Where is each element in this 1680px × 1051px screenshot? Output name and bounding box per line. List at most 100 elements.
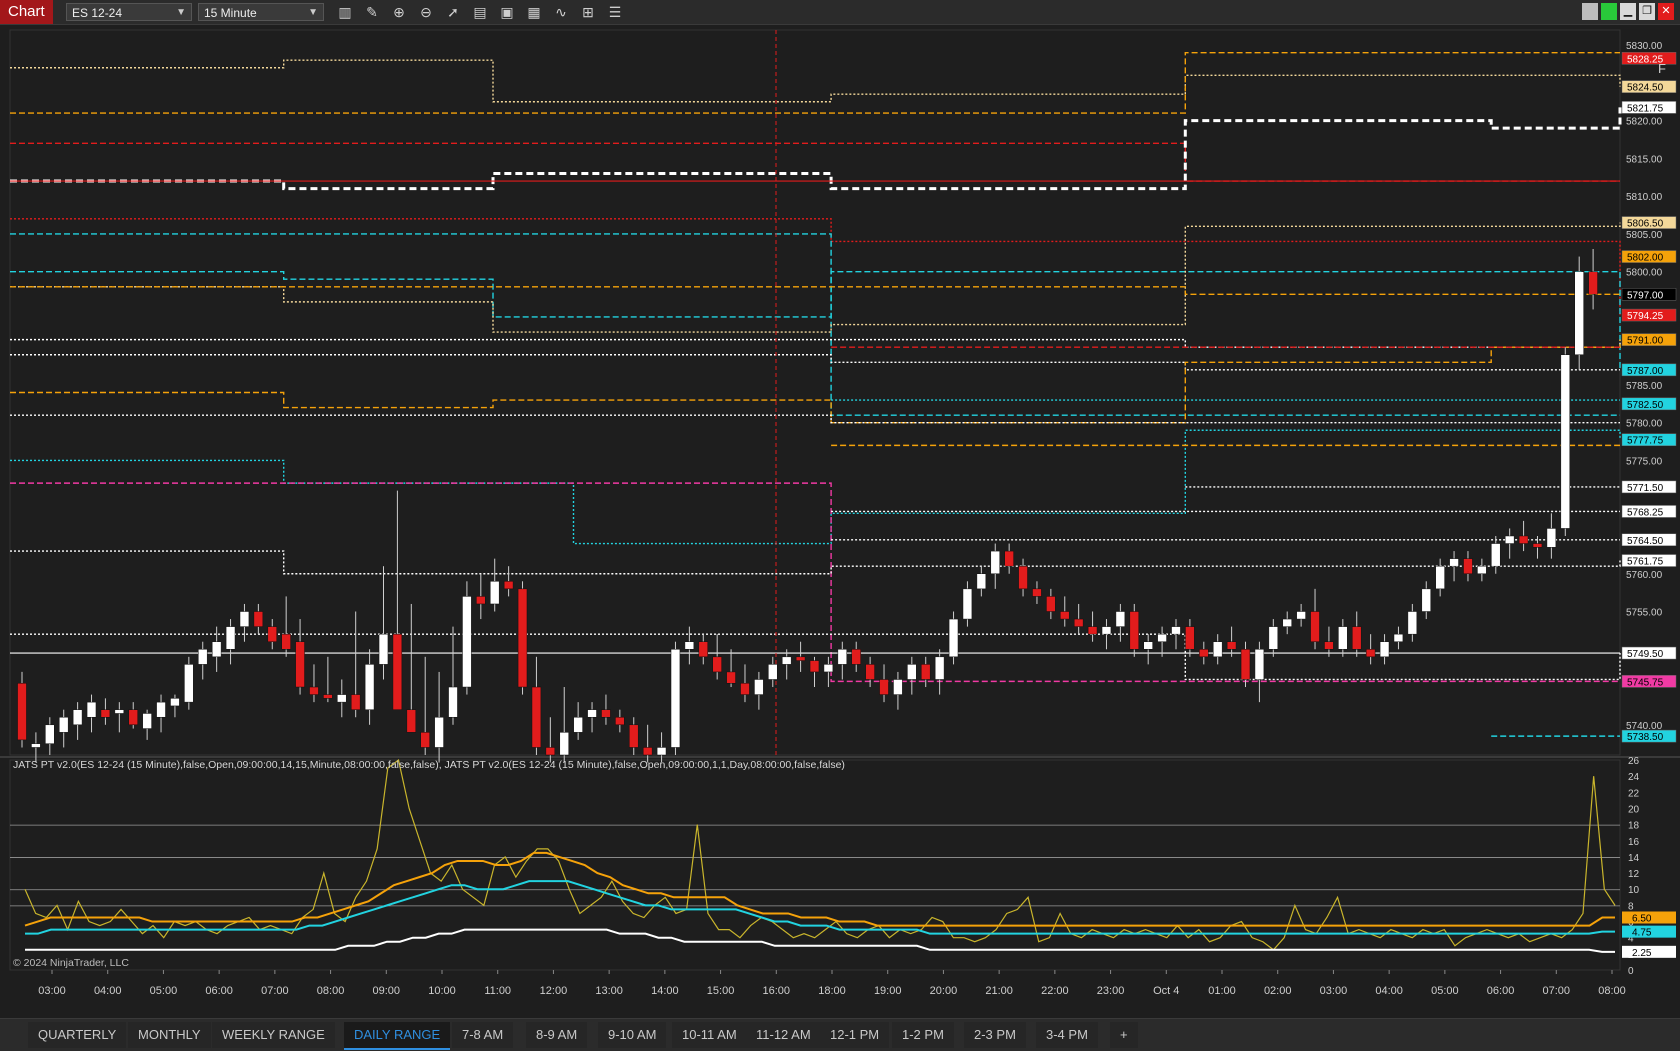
candle-body xyxy=(670,649,681,748)
candle-body xyxy=(893,679,903,695)
candle-body xyxy=(712,656,722,673)
indicator-caption: JATS PT v2.0(ES 12-24 (15 Minute),false,… xyxy=(13,759,845,771)
strategies-icon[interactable]: ⊞ xyxy=(577,2,599,22)
price-label: 5824.50 xyxy=(1627,83,1664,94)
x-axis-label: 14:00 xyxy=(651,985,679,997)
price-label: 5738.50 xyxy=(1627,732,1664,743)
indicator-panel xyxy=(9,759,1621,971)
x-axis-label: 21:00 xyxy=(985,985,1013,997)
instrument-value: ES 12-24 xyxy=(72,6,123,20)
tab-3-4-pm[interactable]: 3-4 PM xyxy=(1036,1022,1098,1048)
instrument-selector[interactable]: ES 12-24 ▼ xyxy=(66,3,192,21)
bar-style-icon[interactable]: ▥ xyxy=(334,2,356,22)
tab-monthly[interactable]: MONTHLY xyxy=(128,1022,211,1048)
tab-9-10-am[interactable]: 9-10 AM xyxy=(598,1022,667,1048)
price-label: 5791.00 xyxy=(1627,336,1664,347)
x-axis-label: 10:00 xyxy=(428,985,456,997)
templates-icon[interactable]: ▦ xyxy=(523,2,545,22)
indicator-axis-tick: 18 xyxy=(1628,821,1640,832)
close-icon[interactable]: ✕ xyxy=(1658,3,1674,20)
indicator-axis-tick: 12 xyxy=(1628,869,1640,880)
x-axis-label: 20:00 xyxy=(930,985,958,997)
tab-7-8-am[interactable]: 7-8 AM xyxy=(452,1022,514,1048)
x-axis-label: 16:00 xyxy=(763,985,791,997)
candle-body xyxy=(1310,611,1320,642)
price-label: 5787.00 xyxy=(1627,366,1664,377)
indicator-axis-tick: 26 xyxy=(1628,756,1640,767)
candle-body xyxy=(1338,626,1348,650)
candle-body xyxy=(921,664,931,680)
x-axis-label: 12:00 xyxy=(540,985,568,997)
candle-body xyxy=(1157,633,1167,642)
maximize-icon[interactable]: ❐ xyxy=(1639,3,1655,20)
zoom-in-icon[interactable]: ⊕ xyxy=(388,2,410,22)
tab-12-1-pm[interactable]: 12-1 PM xyxy=(820,1022,890,1048)
candle-body xyxy=(1324,641,1334,650)
candle-body xyxy=(962,588,973,620)
candle-body xyxy=(1115,611,1126,627)
price-label: 5797.00 xyxy=(1627,290,1664,301)
tab-10-11-am[interactable]: 10-11 AM xyxy=(672,1022,747,1048)
data-box-icon[interactable]: ▤ xyxy=(469,2,491,22)
chart-area[interactable]: 5830.00 5820.00 5815.00 5810.00 5805.00 5800.… xyxy=(0,25,1680,1039)
price-panel xyxy=(9,29,1621,756)
candle-body xyxy=(1129,611,1139,650)
candle-body xyxy=(1435,565,1445,590)
x-axis-label: 02:00 xyxy=(1264,985,1292,997)
tab-weekly-range[interactable]: WEEKLY RANGE xyxy=(212,1022,335,1048)
chart-tab-bar: QUARTERLY MONTHLY WEEKLY RANGE DAILY RANGE 7… xyxy=(0,1018,1680,1051)
pointer-icon[interactable]: ➚ xyxy=(442,2,464,22)
tab-quarterly[interactable]: QUARTERLY xyxy=(28,1022,127,1048)
candle-body xyxy=(253,611,264,627)
indicator-axis-tick: 20 xyxy=(1628,804,1640,815)
x-axis-label: 11:00 xyxy=(484,985,511,997)
add-tab-button[interactable]: + xyxy=(1110,1022,1138,1048)
indicators-icon[interactable]: ∿ xyxy=(550,2,572,22)
candle-body xyxy=(573,716,583,733)
candle-body xyxy=(1254,649,1265,680)
x-axis-label: 03:00 xyxy=(1320,985,1348,997)
tab-11-12-am[interactable]: 11-12 AM xyxy=(746,1022,821,1048)
list-icon[interactable]: ☰ xyxy=(604,2,626,22)
candle-body xyxy=(587,709,597,718)
x-axis-label: 22:00 xyxy=(1041,985,1069,997)
indicator-axis-tick: 24 xyxy=(1628,772,1640,783)
chart-f-button[interactable]: F xyxy=(1652,59,1672,79)
link-green-icon[interactable] xyxy=(1601,3,1617,20)
indicator-axis-tick: 14 xyxy=(1628,853,1640,864)
x-axis-label: 15:00 xyxy=(707,985,735,997)
properties-icon[interactable]: ▣ xyxy=(496,2,518,22)
candle-body xyxy=(726,671,736,684)
minimize-icon[interactable]: ▁ xyxy=(1620,3,1636,20)
candle-body xyxy=(1296,611,1306,620)
restore-icon[interactable] xyxy=(1582,3,1598,20)
candle-body xyxy=(142,713,152,729)
price-axis-tick: 5780.00 xyxy=(1626,419,1663,430)
indicator-axis-tick: 0 xyxy=(1628,966,1634,977)
x-axis-label: 05:00 xyxy=(150,985,178,997)
candle-body xyxy=(531,686,542,748)
indicator-value-label: 4.75 xyxy=(1632,928,1652,939)
candle-body xyxy=(462,596,472,688)
tab-daily-range[interactable]: DAILY RANGE xyxy=(344,1022,451,1050)
x-axis-label: 07:00 xyxy=(261,985,289,997)
tab-2-3-pm[interactable]: 2-3 PM xyxy=(964,1022,1026,1048)
x-axis-label: 03:00 xyxy=(38,985,66,997)
candle-body xyxy=(211,641,222,658)
interval-value: 15 Minute xyxy=(204,6,257,20)
zoom-out-icon[interactable]: ⊖ xyxy=(415,2,437,22)
candle-body xyxy=(448,686,458,718)
x-axis-label: 04:00 xyxy=(94,985,122,997)
price-label: 5764.50 xyxy=(1627,536,1664,547)
indicator-value-label: 2.25 xyxy=(1632,948,1652,959)
draw-pencil-icon[interactable]: ✎ xyxy=(361,2,383,22)
chart-svg[interactable]: 5830.00 5820.00 5815.00 5810.00 5805.00 5800.… xyxy=(0,25,1680,1018)
candle-body xyxy=(1407,611,1418,635)
interval-selector[interactable]: 15 Minute ▼ xyxy=(198,3,324,21)
candle-body xyxy=(350,694,361,710)
candle-body xyxy=(1560,354,1570,529)
tab-8-9-am[interactable]: 8-9 AM xyxy=(526,1022,588,1048)
price-label: 5771.50 xyxy=(1627,483,1664,494)
price-label: 5745.75 xyxy=(1627,677,1664,688)
tab-1-2-pm[interactable]: 1-2 PM xyxy=(892,1022,954,1048)
